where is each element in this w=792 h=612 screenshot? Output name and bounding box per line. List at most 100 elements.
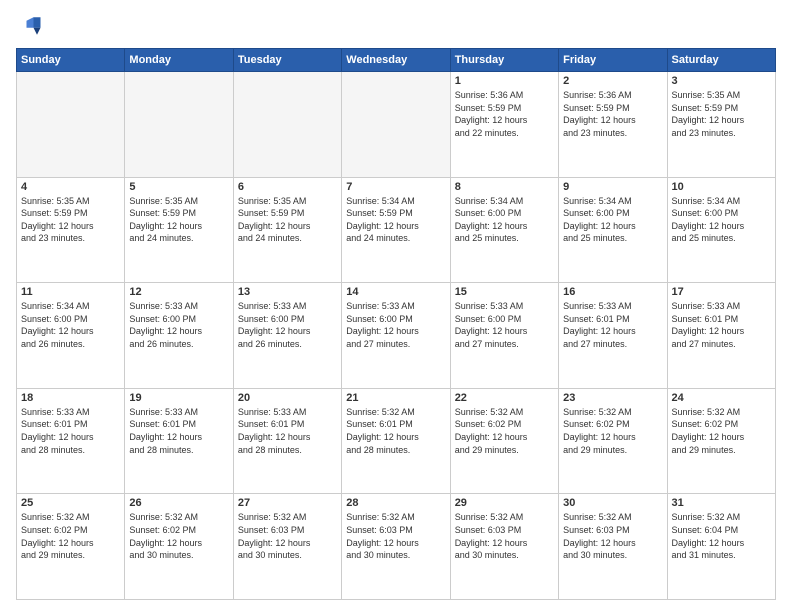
day-number: 5 bbox=[129, 181, 228, 193]
day-number: 20 bbox=[238, 392, 337, 404]
day-info: Sunrise: 5:32 AMSunset: 6:04 PMDaylight:… bbox=[672, 511, 771, 561]
calendar-cell: 1 Sunrise: 5:36 AMSunset: 5:59 PMDaylight… bbox=[450, 72, 558, 178]
calendar-cell: 27Sunrise: 5:32 AMSunset: 6:03 PMDayligh… bbox=[233, 494, 341, 600]
calendar-cell: 8 Sunrise: 5:34 AMSunset: 6:00 PMDaylight… bbox=[450, 177, 558, 283]
day-info: Sunrise: 5:34 AMSunset: 5:59 PMDaylight:… bbox=[346, 195, 445, 245]
header bbox=[16, 12, 776, 40]
day-number: 1 bbox=[455, 75, 554, 87]
day-info: Sunrise: 5:32 AMSunset: 6:03 PMDaylight:… bbox=[346, 511, 445, 561]
day-info: Sunrise: 5:33 AMSunset: 6:01 PMDaylight:… bbox=[238, 406, 337, 456]
calendar-cell: 29 Sunrise: 5:32 AMSunset: 6:03 PMDayligh… bbox=[450, 494, 558, 600]
day-number: 28 bbox=[346, 497, 445, 509]
weekday-header-monday: Monday bbox=[125, 49, 233, 72]
logo-icon bbox=[16, 12, 44, 40]
day-number: 25 bbox=[21, 497, 120, 509]
day-info: Sunrise: 5:33 AMSunset: 6:00 PMDaylight:… bbox=[455, 300, 554, 350]
weekday-header-wednesday: Wednesday bbox=[342, 49, 450, 72]
calendar-cell: 23 Sunrise: 5:32 AMSunset: 6:02 PMDayligh… bbox=[559, 388, 667, 494]
day-info: Sunrise: 5:35 AMSunset: 5:59 PMDaylight:… bbox=[238, 195, 337, 245]
day-info: Sunrise: 5:32 AMSunset: 6:02 PMDaylight:… bbox=[455, 406, 554, 456]
calendar-cell: 10 Sunrise: 5:34 AMSunset: 6:00 PMDayligh… bbox=[667, 177, 775, 283]
calendar-cell bbox=[342, 72, 450, 178]
calendar-cell: 30 Sunrise: 5:32 AMSunset: 6:03 PMDayligh… bbox=[559, 494, 667, 600]
calendar-cell: 9Sunrise: 5:34 AMSunset: 6:00 PMDaylight… bbox=[559, 177, 667, 283]
day-number: 21 bbox=[346, 392, 445, 404]
weekday-header-saturday: Saturday bbox=[667, 49, 775, 72]
day-info: Sunrise: 5:32 AMSunset: 6:01 PMDaylight:… bbox=[346, 406, 445, 456]
day-info: Sunrise: 5:32 AMSunset: 6:03 PMDaylight:… bbox=[563, 511, 662, 561]
logo bbox=[16, 12, 48, 40]
weekday-header-row: SundayMondayTuesdayWednesdayThursdayFrid… bbox=[17, 49, 776, 72]
day-info: Sunrise: 5:35 AMSunset: 5:59 PMDaylight:… bbox=[129, 195, 228, 245]
calendar-cell: 2Sunrise: 5:36 AMSunset: 5:59 PMDaylight… bbox=[559, 72, 667, 178]
calendar-cell bbox=[233, 72, 341, 178]
day-info: Sunrise: 5:34 AMSunset: 6:00 PMDaylight:… bbox=[455, 195, 554, 245]
day-number: 29 bbox=[455, 497, 554, 509]
day-info: Sunrise: 5:33 AMSunset: 6:01 PMDaylight:… bbox=[21, 406, 120, 456]
day-number: 3 bbox=[672, 75, 771, 87]
day-number: 9 bbox=[563, 181, 662, 193]
calendar-week-5: 25 Sunrise: 5:32 AMSunset: 6:02 PMDayligh… bbox=[17, 494, 776, 600]
calendar-cell: 24Sunrise: 5:32 AMSunset: 6:02 PMDayligh… bbox=[667, 388, 775, 494]
calendar-cell bbox=[125, 72, 233, 178]
day-number: 13 bbox=[238, 286, 337, 298]
day-number: 8 bbox=[455, 181, 554, 193]
day-number: 18 bbox=[21, 392, 120, 404]
calendar-cell: 5 Sunrise: 5:35 AMSunset: 5:59 PMDaylight… bbox=[125, 177, 233, 283]
calendar-cell: 18 Sunrise: 5:33 AMSunset: 6:01 PMDayligh… bbox=[17, 388, 125, 494]
weekday-header-friday: Friday bbox=[559, 49, 667, 72]
day-info: Sunrise: 5:33 AMSunset: 6:01 PMDaylight:… bbox=[672, 300, 771, 350]
calendar-cell: 14 Sunrise: 5:33 AMSunset: 6:00 PMDayligh… bbox=[342, 283, 450, 389]
day-number: 14 bbox=[346, 286, 445, 298]
calendar-week-2: 4 Sunrise: 5:35 AMSunset: 5:59 PMDaylight… bbox=[17, 177, 776, 283]
calendar-cell: 17 Sunrise: 5:33 AMSunset: 6:01 PMDayligh… bbox=[667, 283, 775, 389]
day-info: Sunrise: 5:32 AMSunset: 6:02 PMDaylight:… bbox=[563, 406, 662, 456]
calendar-cell: 12 Sunrise: 5:33 AMSunset: 6:00 PMDayligh… bbox=[125, 283, 233, 389]
calendar-cell: 11Sunrise: 5:34 AMSunset: 6:00 PMDayligh… bbox=[17, 283, 125, 389]
day-number: 26 bbox=[129, 497, 228, 509]
day-info: Sunrise: 5:33 AMSunset: 6:00 PMDaylight:… bbox=[129, 300, 228, 350]
day-number: 23 bbox=[563, 392, 662, 404]
page: SundayMondayTuesdayWednesdayThursdayFrid… bbox=[0, 0, 792, 612]
calendar-cell: 4 Sunrise: 5:35 AMSunset: 5:59 PMDaylight… bbox=[17, 177, 125, 283]
day-info: Sunrise: 5:33 AMSunset: 6:01 PMDaylight:… bbox=[563, 300, 662, 350]
day-info: Sunrise: 5:32 AMSunset: 6:02 PMDaylight:… bbox=[21, 511, 120, 561]
day-number: 30 bbox=[563, 497, 662, 509]
day-number: 17 bbox=[672, 286, 771, 298]
day-number: 19 bbox=[129, 392, 228, 404]
day-number: 11 bbox=[21, 286, 120, 298]
day-number: 15 bbox=[455, 286, 554, 298]
weekday-header-thursday: Thursday bbox=[450, 49, 558, 72]
day-number: 6 bbox=[238, 181, 337, 193]
calendar-cell: 13 Sunrise: 5:33 AMSunset: 6:00 PMDayligh… bbox=[233, 283, 341, 389]
calendar-cell: 22 Sunrise: 5:32 AMSunset: 6:02 PMDayligh… bbox=[450, 388, 558, 494]
calendar-cell: 28 Sunrise: 5:32 AMSunset: 6:03 PMDayligh… bbox=[342, 494, 450, 600]
day-info: Sunrise: 5:36 AMSunset: 5:59 PMDaylight:… bbox=[455, 89, 554, 139]
day-info: Sunrise: 5:32 AMSunset: 6:03 PMDaylight:… bbox=[455, 511, 554, 561]
day-info: Sunrise: 5:32 AMSunset: 6:02 PMDaylight:… bbox=[129, 511, 228, 561]
calendar-cell: 31 Sunrise: 5:32 AMSunset: 6:04 PMDayligh… bbox=[667, 494, 775, 600]
day-info: Sunrise: 5:33 AMSunset: 6:00 PMDaylight:… bbox=[346, 300, 445, 350]
calendar-cell: 6 Sunrise: 5:35 AMSunset: 5:59 PMDaylight… bbox=[233, 177, 341, 283]
weekday-header-tuesday: Tuesday bbox=[233, 49, 341, 72]
day-number: 22 bbox=[455, 392, 554, 404]
day-number: 7 bbox=[346, 181, 445, 193]
day-info: Sunrise: 5:35 AMSunset: 5:59 PMDaylight:… bbox=[672, 89, 771, 139]
weekday-header-sunday: Sunday bbox=[17, 49, 125, 72]
day-number: 4 bbox=[21, 181, 120, 193]
day-info: Sunrise: 5:32 AMSunset: 6:02 PMDaylight:… bbox=[672, 406, 771, 456]
day-number: 31 bbox=[672, 497, 771, 509]
day-info: Sunrise: 5:33 AMSunset: 6:00 PMDaylight:… bbox=[238, 300, 337, 350]
day-number: 10 bbox=[672, 181, 771, 193]
day-info: Sunrise: 5:35 AMSunset: 5:59 PMDaylight:… bbox=[21, 195, 120, 245]
calendar-cell: 20 Sunrise: 5:33 AMSunset: 6:01 PMDayligh… bbox=[233, 388, 341, 494]
calendar-table: SundayMondayTuesdayWednesdayThursdayFrid… bbox=[16, 48, 776, 600]
calendar-cell bbox=[17, 72, 125, 178]
day-info: Sunrise: 5:36 AMSunset: 5:59 PMDaylight:… bbox=[563, 89, 662, 139]
day-number: 12 bbox=[129, 286, 228, 298]
calendar-week-1: 1 Sunrise: 5:36 AMSunset: 5:59 PMDaylight… bbox=[17, 72, 776, 178]
calendar-cell: 3 Sunrise: 5:35 AMSunset: 5:59 PMDaylight… bbox=[667, 72, 775, 178]
calendar-cell: 16Sunrise: 5:33 AMSunset: 6:01 PMDayligh… bbox=[559, 283, 667, 389]
day-number: 27 bbox=[238, 497, 337, 509]
day-info: Sunrise: 5:34 AMSunset: 6:00 PMDaylight:… bbox=[672, 195, 771, 245]
